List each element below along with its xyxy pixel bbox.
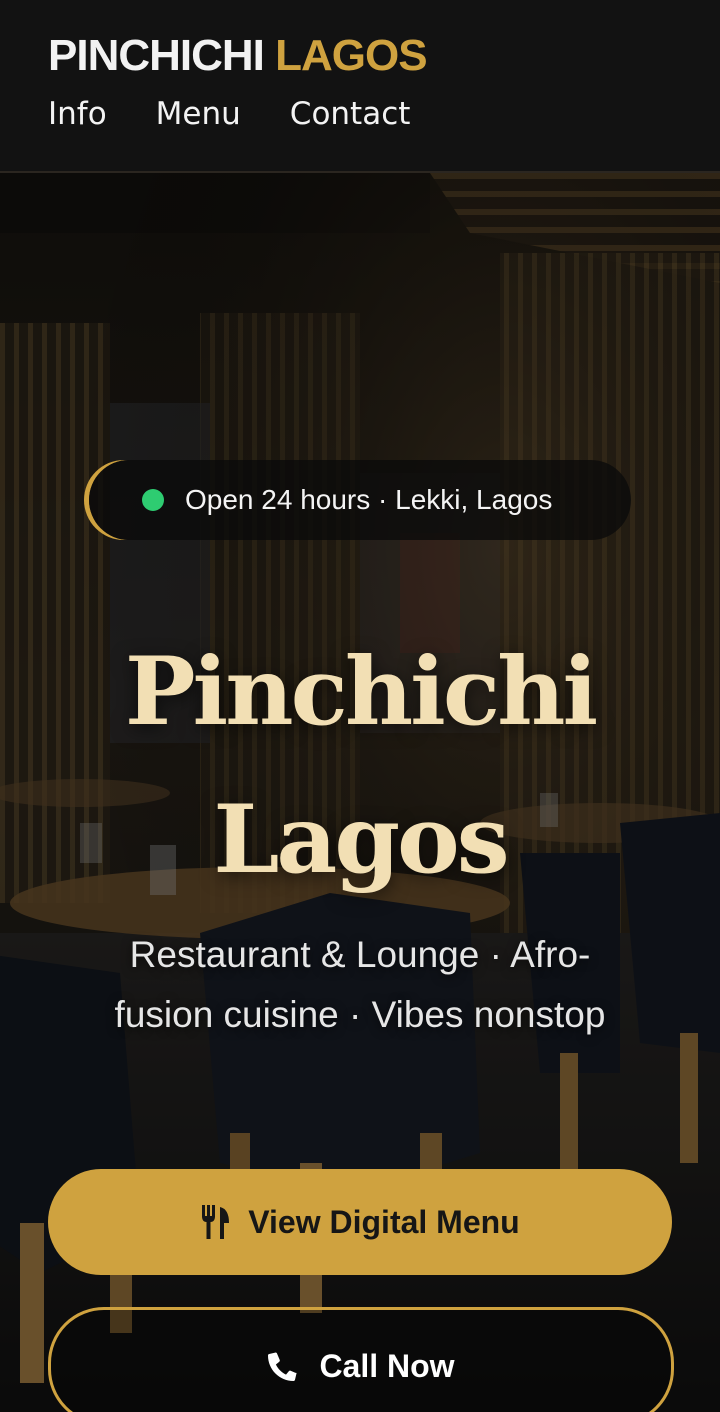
page: PINCHICHI LAGOS Info Menu Contact Open 2… <box>0 0 720 1412</box>
nav-link-menu[interactable]: Menu <box>156 94 241 134</box>
nav-link-contact[interactable]: Contact <box>290 94 411 134</box>
call-now-button[interactable]: Call Now <box>48 1307 674 1412</box>
nav-link-info[interactable]: Info <box>48 94 107 134</box>
phone-icon <box>267 1350 299 1382</box>
status-badge: Open 24 hours · Lekki, Lagos <box>89 460 631 540</box>
hero-subtitle: Restaurant & Lounge · Afro-fusion cuisin… <box>114 934 606 1035</box>
brand-name-accent: LAGOS <box>275 31 427 80</box>
view-digital-menu-button[interactable]: View Digital Menu <box>48 1169 672 1275</box>
hero-title: Pinchichi Lagos <box>0 618 720 914</box>
hero-title-line1: Pinchichi <box>124 637 598 747</box>
call-now-label: Call Now <box>319 1347 455 1384</box>
status-badge-text: Open 24 hours · Lekki, Lagos <box>185 484 553 515</box>
site-header: PINCHICHI LAGOS Info Menu Contact <box>0 0 720 173</box>
utensils-icon <box>200 1205 230 1239</box>
brand-logo[interactable]: PINCHICHI LAGOS <box>48 30 428 82</box>
main-nav: Info Menu Contact <box>48 94 410 134</box>
hero-content: Open 24 hours · Lekki, Lagos Pinchichi L… <box>0 173 720 1412</box>
brand-name-primary: PINCHICHI <box>48 31 265 80</box>
view-digital-menu-label: View Digital Menu <box>248 1203 520 1240</box>
open-status-dot <box>142 489 164 511</box>
hero-title-line2: Lagos <box>213 785 509 895</box>
hero-section: Open 24 hours · Lekki, Lagos Pinchichi L… <box>0 173 720 1412</box>
